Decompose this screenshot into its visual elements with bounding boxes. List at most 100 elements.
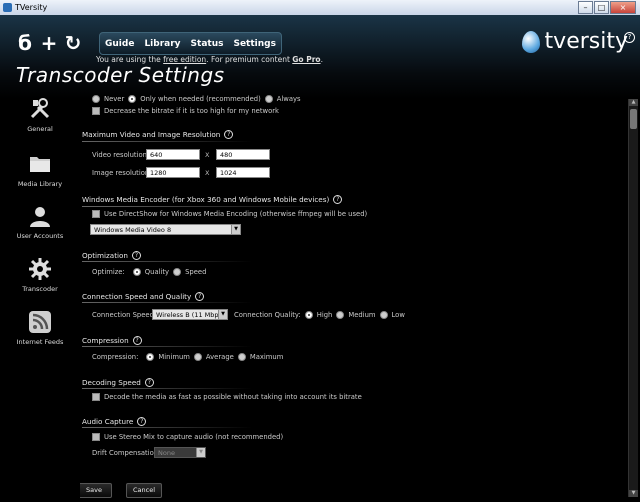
back-icon[interactable]: б <box>16 32 34 54</box>
speed-radio[interactable] <box>173 268 182 276</box>
refresh-icon[interactable]: ↻ <box>64 32 82 54</box>
medium-label: Medium <box>348 311 376 319</box>
image-height-input[interactable]: 1024 <box>216 167 270 178</box>
minimize-button[interactable]: – <box>578 1 593 14</box>
connection-speed-value: Wireless B (11 Mbps) <box>156 311 225 319</box>
never-radio[interactable] <box>92 95 100 103</box>
video-height-input[interactable]: 480 <box>216 149 270 160</box>
section-decoding: Decoding Speed ? <box>82 378 154 387</box>
quality-label: Quality <box>144 268 170 276</box>
scroll-thumb[interactable] <box>630 109 637 129</box>
wme-codec-value: Windows Media Video 8 <box>94 226 172 234</box>
decode-fast-checkbox[interactable] <box>92 393 100 401</box>
help-icon[interactable]: ? <box>224 130 234 139</box>
sidebar-label-media-library: Media Library <box>17 180 63 188</box>
stereo-mix-checkbox[interactable] <box>92 433 100 441</box>
maximum-label: Maximum <box>249 353 284 361</box>
low-radio[interactable] <box>379 311 388 319</box>
nav-guide[interactable]: Guide <box>105 39 134 49</box>
user-icon <box>30 207 50 227</box>
window-title: TVersity <box>15 3 48 12</box>
video-resolution-label: Video resolution: <box>92 151 150 159</box>
when-needed-radio[interactable] <box>128 95 137 103</box>
help-icon[interactable]: ? <box>333 195 343 204</box>
high-radio[interactable] <box>304 311 313 319</box>
section-divider <box>82 427 252 428</box>
always-radio[interactable] <box>264 95 273 103</box>
help-icon[interactable]: ? <box>132 336 142 345</box>
help-icon[interactable]: ? <box>195 292 205 301</box>
wme-codec-select[interactable]: Windows Media Video 8 ▼ <box>90 224 241 235</box>
nav-library[interactable]: Library <box>144 39 180 49</box>
scroll-up-icon[interactable]: ▲ <box>629 99 638 106</box>
help-icon[interactable]: ? <box>144 378 154 387</box>
scroll-down-icon[interactable]: ▼ <box>629 490 638 497</box>
image-resolution-row: Image resolution: <box>92 169 151 177</box>
settings-content: Never Only when needed (recommended) Alw… <box>80 94 628 502</box>
low-label: Low <box>391 311 405 319</box>
medium-radio[interactable] <box>336 311 345 319</box>
stereo-mix-row: Use Stereo Mix to capture audio (not rec… <box>92 433 283 441</box>
logo-text: tversity <box>544 29 628 54</box>
save-button[interactable]: Save <box>80 483 112 498</box>
logo-drop-icon <box>521 30 540 53</box>
optimize-label: Optimize: <box>92 268 125 276</box>
nav-settings[interactable]: Settings <box>233 39 275 49</box>
sidebar-item-transcoder[interactable]: Transcoder <box>0 257 80 293</box>
directshow-label: Use DirectShow for Windows Media Encodin… <box>104 210 368 218</box>
help-icon[interactable]: ? <box>137 417 147 426</box>
bitrate-mode-row: Never Only when needed (recommended) Alw… <box>92 95 301 103</box>
sidebar-item-media-library[interactable]: Media Library <box>0 152 80 188</box>
connection-quality-label: Connection Quality: <box>234 311 301 319</box>
section-divider <box>82 302 252 303</box>
help-icon[interactable]: ? <box>131 251 141 260</box>
close-button[interactable]: × <box>610 1 636 14</box>
high-label: High <box>316 311 333 319</box>
compression-row: Compression: Minimum Average Maximum <box>92 353 283 361</box>
chevron-down-icon: ▼ <box>218 310 227 319</box>
section-optimization: Optimization ? <box>82 251 141 260</box>
sidebar-label-user-accounts: User Accounts <box>16 232 64 240</box>
drift-select[interactable]: None ▼ <box>154 447 206 458</box>
maximum-radio[interactable] <box>237 353 246 361</box>
image-width-input[interactable]: 1280 <box>146 167 200 178</box>
decrease-bitrate-checkbox[interactable] <box>92 107 100 115</box>
sidebar-item-internet-feeds[interactable]: Internet Feeds <box>0 310 80 346</box>
directshow-checkbox[interactable] <box>92 210 100 218</box>
toolbar-icons: б + ↻ <box>16 32 82 54</box>
minimum-radio[interactable] <box>146 353 155 361</box>
add-icon[interactable]: + <box>40 32 58 54</box>
help-icon[interactable]: ? <box>624 32 635 43</box>
main-nav: Guide Library Status Settings <box>99 32 282 55</box>
section-resolution: Maximum Video and Image Resolution ? <box>82 130 234 139</box>
sidebar-label-general: General <box>27 125 53 133</box>
video-width-input[interactable]: 640 <box>146 149 200 160</box>
when-needed-label: Only when needed (recommended) <box>140 95 261 103</box>
sidebar-label-internet-feeds: Internet Feeds <box>16 338 64 346</box>
content-scrollbar[interactable]: ▲ ▼ <box>628 99 638 497</box>
x-separator: X <box>205 151 210 159</box>
section-connection: Connection Speed and Quality ? <box>82 292 205 301</box>
connection-speed-row: Connection Speed: <box>92 311 156 319</box>
notice-suffix: . <box>320 55 323 64</box>
nav-status[interactable]: Status <box>191 39 224 49</box>
section-compression: Compression ? <box>82 336 142 345</box>
go-pro-link[interactable]: Go Pro <box>292 55 320 64</box>
sidebar-item-general[interactable]: General <box>0 97 80 133</box>
maximize-button[interactable]: □ <box>594 1 609 14</box>
connection-speed-select[interactable]: Wireless B (11 Mbps) ▼ <box>152 309 228 320</box>
sidebar-item-user-accounts[interactable]: User Accounts <box>0 204 80 240</box>
average-radio[interactable] <box>193 353 202 361</box>
quality-radio[interactable] <box>132 268 141 276</box>
optimization-title: Optimization <box>82 251 128 260</box>
window-controls: – □ × <box>577 1 636 14</box>
section-divider <box>82 261 252 262</box>
drift-label: Drift Compensation: <box>92 449 161 457</box>
always-label: Always <box>276 95 301 103</box>
section-audio: Audio Capture ? <box>82 417 147 426</box>
tools-icon <box>30 98 50 119</box>
cancel-button[interactable]: Cancel <box>126 483 162 498</box>
gear-icon <box>29 258 51 280</box>
section-divider <box>82 346 252 347</box>
never-label: Never <box>104 95 125 103</box>
